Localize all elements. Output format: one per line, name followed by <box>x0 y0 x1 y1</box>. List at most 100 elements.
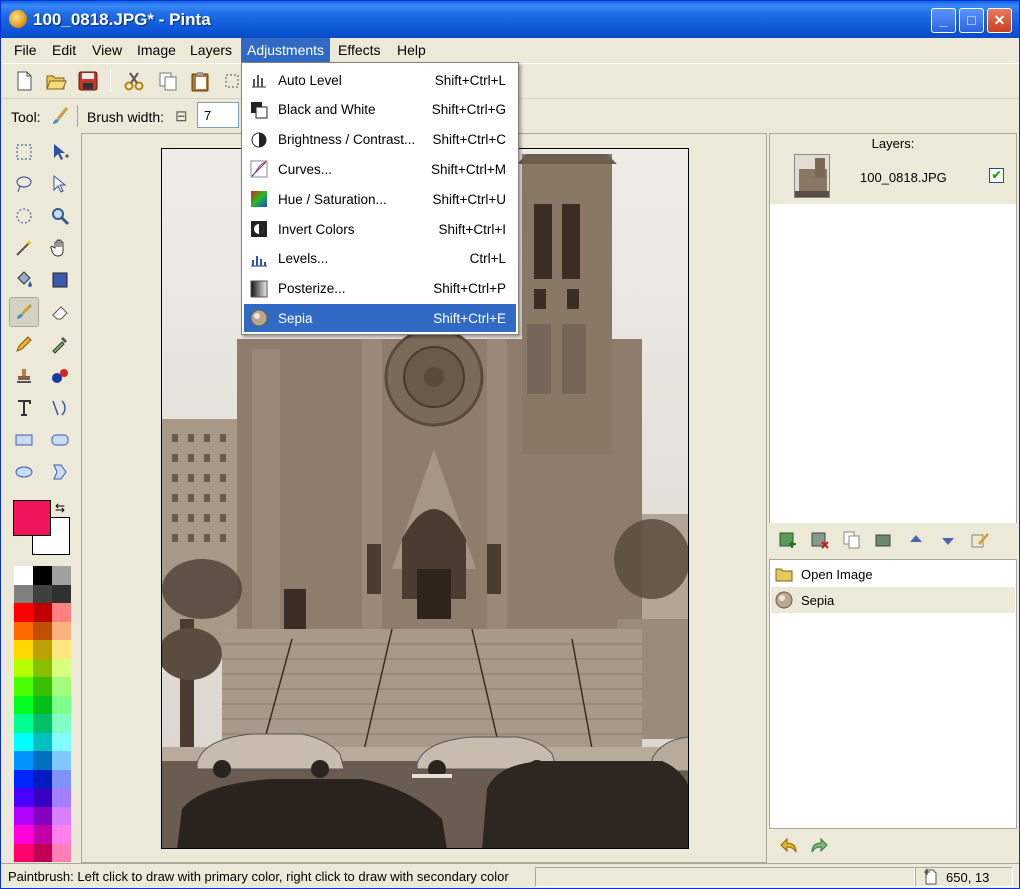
palette-swatch[interactable] <box>14 677 33 696</box>
palette-swatch[interactable] <box>14 843 33 862</box>
adjustments-menu-item-hue-saturation[interactable]: Hue / Saturation... Shift+Ctrl+U <box>244 185 516 213</box>
new-icon[interactable] <box>13 70 35 92</box>
menu-file[interactable]: File <box>8 38 43 62</box>
menu-layers[interactable]: Layers <box>184 38 238 62</box>
palette-swatch[interactable] <box>14 751 33 770</box>
palette-swatch[interactable] <box>33 751 52 770</box>
menu-edit[interactable]: Edit <box>46 38 82 62</box>
palette-swatch[interactable] <box>52 843 71 862</box>
palette-swatch[interactable] <box>14 806 33 825</box>
line-curve-tool[interactable] <box>45 393 75 423</box>
palette-swatch[interactable] <box>33 769 52 788</box>
palette-swatch[interactable] <box>33 695 52 714</box>
palette-swatch[interactable] <box>33 714 52 733</box>
menu-image[interactable]: Image <box>131 38 182 62</box>
palette-swatch[interactable] <box>14 695 33 714</box>
ellipse-select-tool[interactable] <box>9 201 39 231</box>
palette-swatch[interactable] <box>52 677 71 696</box>
palette-swatch[interactable] <box>52 769 71 788</box>
recolor-tool[interactable] <box>45 361 75 391</box>
palette-swatch[interactable] <box>52 806 71 825</box>
rectangle-select-tool[interactable] <box>9 137 39 167</box>
merge-layer-icon[interactable] <box>875 531 893 549</box>
palette-swatch[interactable] <box>33 732 52 751</box>
move-selected-tool[interactable] <box>45 137 75 167</box>
palette-swatch[interactable] <box>33 825 52 844</box>
palette-swatch[interactable] <box>52 695 71 714</box>
palette-swatch[interactable] <box>52 621 71 640</box>
layer-visibility-checkbox[interactable]: ✔ <box>989 168 1004 183</box>
palette-swatch[interactable] <box>52 658 71 677</box>
redo-icon[interactable] <box>809 836 829 856</box>
history-item-sepia[interactable]: Sepia <box>771 587 1015 613</box>
eraser-tool[interactable] <box>45 297 75 327</box>
palette-swatch[interactable] <box>33 603 52 622</box>
duplicate-layer-icon[interactable] <box>843 531 861 549</box>
pan-tool[interactable] <box>45 233 75 263</box>
palette-swatch[interactable] <box>52 584 71 603</box>
palette-swatch[interactable] <box>52 732 71 751</box>
palette-swatch[interactable] <box>33 621 52 640</box>
move-selection-tool[interactable] <box>45 169 75 199</box>
palette-swatch[interactable] <box>33 677 52 696</box>
lasso-select-tool[interactable] <box>9 169 39 199</box>
save-icon[interactable] <box>77 70 99 92</box>
primary-color-swatch[interactable] <box>13 500 51 536</box>
swap-colors-icon[interactable]: ⇆ <box>55 501 65 515</box>
clone-stamp-tool[interactable] <box>9 361 39 391</box>
palette-swatch[interactable] <box>14 658 33 677</box>
adjustments-menu-item-sepia[interactable]: Sepia Shift+Ctrl+E <box>244 304 516 333</box>
palette-swatch[interactable] <box>33 640 52 659</box>
title-bar[interactable]: 100_0818.JPG* - Pinta _ □ ✕ <box>1 1 1019 38</box>
palette-swatch[interactable] <box>14 640 33 659</box>
palette-swatch[interactable] <box>33 806 52 825</box>
menu-effects[interactable]: Effects <box>332 38 387 62</box>
add-layer-icon[interactable] <box>779 531 797 549</box>
palette-swatch[interactable] <box>52 788 71 807</box>
palette-swatch[interactable] <box>33 788 52 807</box>
close-button[interactable]: ✕ <box>987 8 1012 33</box>
palette-swatch[interactable] <box>14 621 33 640</box>
delete-layer-icon[interactable] <box>811 531 829 549</box>
menu-help[interactable]: Help <box>391 38 432 62</box>
paintbrush-tool-icon[interactable] <box>49 105 71 127</box>
menu-adjustments[interactable]: Adjustments <box>241 38 331 62</box>
paint-bucket-tool[interactable] <box>9 265 39 295</box>
palette-swatch[interactable] <box>52 825 71 844</box>
open-icon[interactable] <box>45 70 67 92</box>
adjustments-menu-item-brightness-contrast[interactable]: Brightness / Contrast... Shift+Ctrl+C <box>244 126 516 154</box>
palette-swatch[interactable] <box>33 843 52 862</box>
rectangle-tool[interactable] <box>9 425 39 455</box>
palette-swatch[interactable] <box>14 714 33 733</box>
crop-icon[interactable] <box>221 70 243 92</box>
brush-width-decrease-button[interactable]: ⊟ <box>175 107 188 125</box>
ellipse-tool[interactable] <box>9 457 39 487</box>
zoom-tool[interactable] <box>45 201 75 231</box>
history-item-open-image[interactable]: Open Image <box>771 561 1015 587</box>
minimize-button[interactable]: _ <box>931 8 956 33</box>
palette-swatch[interactable] <box>14 825 33 844</box>
adjustments-menu-item-invert-colors[interactable]: Invert Colors Shift+Ctrl+I <box>244 215 516 243</box>
palette-swatch[interactable] <box>14 769 33 788</box>
color-picker-tool[interactable] <box>45 329 75 359</box>
text-tool[interactable] <box>9 393 39 423</box>
palette-swatch[interactable] <box>52 640 71 659</box>
freeform-shape-tool[interactable] <box>45 457 75 487</box>
paintbrush-tool[interactable] <box>9 297 39 327</box>
adjustments-menu-item-auto-level[interactable]: Auto Level Shift+Ctrl+L <box>244 66 516 94</box>
palette-swatch[interactable] <box>52 751 71 770</box>
palette-swatch[interactable] <box>33 566 52 585</box>
adjustments-menu-item-levels[interactable]: Levels... Ctrl+L <box>244 245 516 273</box>
move-layer-up-icon[interactable] <box>907 531 925 549</box>
adjustments-menu-item-curves[interactable]: Curves... Shift+Ctrl+M <box>244 155 516 183</box>
magic-wand-tool[interactable] <box>9 233 39 263</box>
palette-swatch[interactable] <box>14 566 33 585</box>
adjustments-menu-item-posterize[interactable]: Posterize... Shift+Ctrl+P <box>244 275 516 303</box>
palette-swatch[interactable] <box>33 658 52 677</box>
pencil-tool[interactable] <box>9 329 39 359</box>
paste-icon[interactable] <box>189 70 211 92</box>
palette-swatch[interactable] <box>52 714 71 733</box>
palette-swatch[interactable] <box>52 603 71 622</box>
menu-view[interactable]: View <box>86 38 128 62</box>
move-layer-down-icon[interactable] <box>939 531 957 549</box>
